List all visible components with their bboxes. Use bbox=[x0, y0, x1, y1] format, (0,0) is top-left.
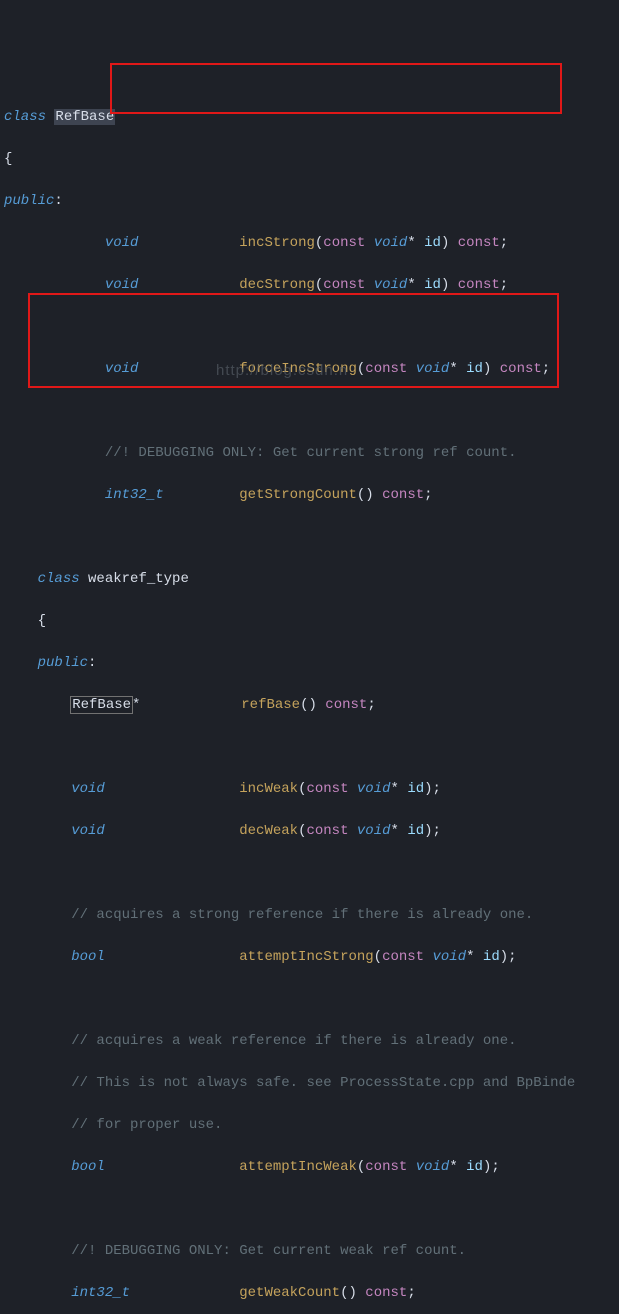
keyword-const: const bbox=[382, 949, 424, 965]
fn-decweak: decWeak bbox=[239, 823, 298, 839]
comment-debug-weakcount: //! DEBUGGING ONLY: Get current weak ref… bbox=[71, 1243, 466, 1259]
comment-acq-weak-2: // This is not always safe. see ProcessS… bbox=[71, 1075, 575, 1091]
param-id: id bbox=[407, 823, 424, 839]
keyword-const: const bbox=[365, 361, 407, 377]
keyword-void: void bbox=[357, 781, 391, 797]
keyword-bool: bool bbox=[71, 1159, 105, 1175]
brace: { bbox=[38, 613, 46, 629]
keyword-void: void bbox=[374, 277, 408, 293]
code-line: void forceIncStrong(const void* id) cons… bbox=[4, 359, 619, 380]
keyword-const: const bbox=[306, 823, 348, 839]
classname-refbase: RefBase bbox=[54, 109, 115, 125]
param-id: id bbox=[466, 361, 483, 377]
code-line: void decStrong(const void* id) const; bbox=[4, 275, 619, 296]
keyword-const: const bbox=[365, 1285, 407, 1301]
fn-refbase: refBase bbox=[241, 697, 300, 713]
comment-acq-weak-1: // acquires a weak reference if there is… bbox=[71, 1033, 516, 1049]
keyword-int32: int32_t bbox=[105, 487, 164, 503]
comment-acq-strong: // acquires a strong reference if there … bbox=[71, 907, 533, 923]
code-line bbox=[4, 989, 619, 1010]
code-line: bool attemptIncWeak(const void* id); bbox=[4, 1157, 619, 1178]
code-line: class weakref_type bbox=[4, 569, 619, 590]
param-id: id bbox=[424, 277, 441, 293]
code-line: void incWeak(const void* id); bbox=[4, 779, 619, 800]
code-line: int32_t getWeakCount() const; bbox=[4, 1283, 619, 1304]
keyword-const: const bbox=[458, 277, 500, 293]
code-line: // for proper use. bbox=[4, 1115, 619, 1136]
param-id: id bbox=[407, 781, 424, 797]
keyword-void: void bbox=[71, 781, 105, 797]
keyword-const: const bbox=[458, 235, 500, 251]
code-line: int32_t getStrongCount() const; bbox=[4, 485, 619, 506]
keyword-void: void bbox=[416, 1159, 450, 1175]
code-line: class RefBase bbox=[4, 107, 619, 128]
fn-getweakcount: getWeakCount bbox=[239, 1285, 340, 1301]
keyword-class: class bbox=[4, 109, 46, 125]
code-line: //! DEBUGGING ONLY: Get current weak ref… bbox=[4, 1241, 619, 1262]
code-line: // acquires a weak reference if there is… bbox=[4, 1031, 619, 1052]
keyword-const: const bbox=[382, 487, 424, 503]
param-id: id bbox=[483, 949, 500, 965]
keyword-public: public bbox=[4, 193, 54, 209]
brace: { bbox=[4, 151, 12, 167]
keyword-void: void bbox=[105, 361, 139, 377]
code-line bbox=[4, 317, 619, 338]
keyword-void: void bbox=[374, 235, 408, 251]
fn-incweak: incWeak bbox=[239, 781, 298, 797]
code-editor[interactable]: class RefBase { public: void incStrong(c… bbox=[4, 86, 619, 1314]
fn-attemptincstrong: attemptIncStrong bbox=[239, 949, 373, 965]
code-line bbox=[4, 401, 619, 422]
code-line: { bbox=[4, 149, 619, 170]
code-line bbox=[4, 527, 619, 548]
code-line: void decWeak(const void* id); bbox=[4, 821, 619, 842]
code-line bbox=[4, 737, 619, 758]
param-id: id bbox=[466, 1159, 483, 1175]
code-line: //! DEBUGGING ONLY: Get current strong r… bbox=[4, 443, 619, 464]
keyword-void: void bbox=[105, 277, 139, 293]
fn-forceincstrong: forceIncStrong bbox=[239, 361, 357, 377]
classname-weakref: weakref_type bbox=[88, 571, 189, 587]
fn-attemptincweak: attemptIncWeak bbox=[239, 1159, 357, 1175]
keyword-const: const bbox=[306, 781, 348, 797]
type-refbase: RefBase bbox=[71, 697, 132, 713]
keyword-class: class bbox=[38, 571, 80, 587]
keyword-const: const bbox=[500, 361, 542, 377]
keyword-void: void bbox=[71, 823, 105, 839]
comment-acq-weak-3: // for proper use. bbox=[71, 1117, 222, 1133]
keyword-void: void bbox=[416, 361, 450, 377]
keyword-public: public bbox=[38, 655, 88, 671]
code-line: public: bbox=[4, 191, 619, 212]
keyword-bool: bool bbox=[71, 949, 105, 965]
keyword-const: const bbox=[365, 1159, 407, 1175]
code-line: bool attemptIncStrong(const void* id); bbox=[4, 947, 619, 968]
keyword-const: const bbox=[325, 697, 367, 713]
code-line: // acquires a strong reference if there … bbox=[4, 905, 619, 926]
code-line bbox=[4, 863, 619, 884]
fn-getstrongcount: getStrongCount bbox=[239, 487, 357, 503]
keyword-void: void bbox=[357, 823, 391, 839]
fn-decstrong: decStrong bbox=[239, 277, 315, 293]
code-line: RefBase* refBase() const; bbox=[4, 695, 619, 716]
fn-incstrong: incStrong bbox=[239, 235, 315, 251]
code-line: { bbox=[4, 611, 619, 632]
param-id: id bbox=[424, 235, 441, 251]
code-line bbox=[4, 1199, 619, 1220]
keyword-const: const bbox=[323, 235, 365, 251]
keyword-void: void bbox=[433, 949, 467, 965]
code-line: public: bbox=[4, 653, 619, 674]
code-line: void incStrong(const void* id) const; bbox=[4, 233, 619, 254]
comment-debug-strong: //! DEBUGGING ONLY: Get current strong r… bbox=[105, 445, 517, 461]
keyword-const: const bbox=[323, 277, 365, 293]
keyword-void: void bbox=[105, 235, 139, 251]
keyword-int32: int32_t bbox=[71, 1285, 130, 1301]
code-line: // This is not always safe. see ProcessS… bbox=[4, 1073, 619, 1094]
